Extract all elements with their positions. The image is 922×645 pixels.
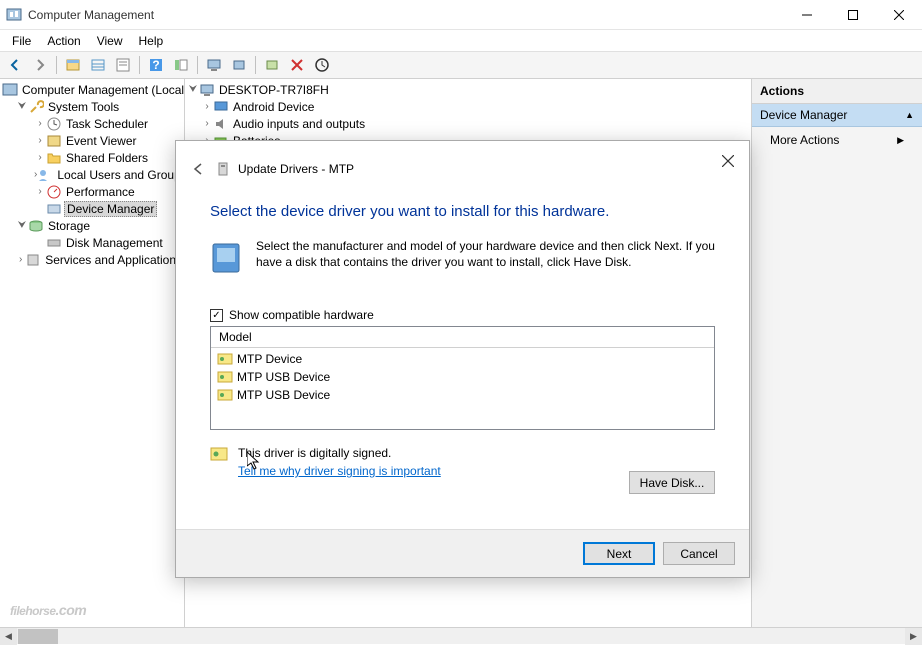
left-tree-pane: Computer Management (Local ⮟ System Tool… (0, 79, 185, 627)
dialog-title: Update Drivers - MTP (238, 162, 354, 176)
services-icon (25, 252, 41, 268)
window-title: Computer Management (28, 8, 154, 22)
title-bar: Computer Management (0, 0, 922, 30)
watermark: filehorse.com (10, 591, 86, 622)
list-icon[interactable] (170, 54, 192, 76)
horizontal-scrollbar[interactable]: ◀ ▶ (0, 627, 922, 644)
device-root[interactable]: ⮟DESKTOP-TR7I8FH (185, 81, 751, 98)
expand-icon[interactable]: › (201, 118, 213, 129)
expand-icon[interactable]: › (34, 186, 46, 197)
expand-icon[interactable]: › (16, 254, 25, 265)
device-audio[interactable]: ›Audio inputs and outputs (185, 115, 751, 132)
expand-icon[interactable]: › (34, 152, 46, 163)
actions-header: Actions (752, 79, 922, 104)
device-icon (46, 201, 62, 217)
computer-icon (199, 82, 215, 98)
model-item[interactable]: MTP Device (211, 350, 714, 368)
folder-icon (46, 150, 62, 166)
update-icon[interactable] (311, 54, 333, 76)
expand-icon[interactable]: ⮟ (187, 84, 199, 95)
tree-root[interactable]: Computer Management (Local (0, 81, 184, 98)
model-header: Model (211, 327, 714, 348)
next-button[interactable]: Next (583, 542, 655, 565)
maximize-button[interactable] (830, 0, 876, 30)
tree-disk-mgmt[interactable]: Disk Management (0, 234, 184, 251)
dialog-headline: Select the device driver you want to ins… (210, 203, 715, 220)
menu-view[interactable]: View (89, 32, 131, 50)
storage-icon (28, 218, 44, 234)
perf-icon (46, 184, 62, 200)
cancel-button[interactable]: Cancel (663, 542, 735, 565)
expand-icon[interactable]: ⮟ (16, 101, 28, 112)
disable-icon[interactable] (286, 54, 308, 76)
scroll-thumb[interactable] (18, 629, 58, 644)
signed-text: This driver is digitally signed. (238, 446, 441, 460)
driver-icon (216, 161, 232, 177)
clock-icon (46, 116, 62, 132)
scroll-right-icon[interactable]: ▶ (905, 628, 922, 645)
expand-icon[interactable]: › (34, 118, 46, 129)
collapse-icon: ▲ (905, 110, 914, 120)
certificate-icon (210, 446, 228, 462)
have-disk-button[interactable]: Have Disk... (629, 471, 715, 494)
tree-storage[interactable]: ⮟Storage (0, 217, 184, 234)
signed-driver-icon (217, 388, 233, 402)
properties-icon[interactable] (112, 54, 134, 76)
event-icon (46, 133, 62, 149)
signing-link[interactable]: Tell me why driver signing is important (238, 464, 441, 478)
dialog-close-button[interactable] (713, 147, 743, 175)
back-icon[interactable] (4, 54, 26, 76)
hardware-icon (210, 238, 242, 278)
compat-label[interactable]: Show compatible hardware (229, 308, 374, 322)
model-listbox: Model MTP Device MTP USB Device MTP USB … (210, 326, 715, 430)
tree-local-users[interactable]: ›Local Users and Groups (0, 166, 184, 183)
dialog-back-button[interactable] (186, 157, 210, 181)
svg-text:?: ? (152, 58, 159, 72)
toolbar: ? (0, 51, 922, 79)
scroll-left-icon[interactable]: ◀ (0, 628, 17, 645)
view2-icon[interactable] (87, 54, 109, 76)
tree-performance[interactable]: ›Performance (0, 183, 184, 200)
speaker-icon (213, 116, 229, 132)
tree-services[interactable]: ›Services and Applications (0, 251, 184, 268)
menu-action[interactable]: Action (39, 32, 88, 50)
dialog-instructions: Select the manufacturer and model of you… (256, 238, 715, 278)
close-button[interactable] (876, 0, 922, 30)
disk-icon (46, 235, 62, 251)
update-drivers-dialog: Update Drivers - MTP Select the device d… (175, 140, 750, 578)
actions-pane: Actions Device Manager ▲ More Actions ▶ (752, 79, 922, 627)
menu-help[interactable]: Help (131, 32, 172, 50)
minimize-button[interactable] (784, 0, 830, 30)
compat-checkbox[interactable]: ✓ (210, 309, 223, 322)
expand-icon[interactable]: › (34, 135, 46, 146)
forward-icon[interactable] (29, 54, 51, 76)
model-item[interactable]: MTP USB Device (211, 386, 714, 404)
device-icon[interactable] (228, 54, 250, 76)
computer-icon[interactable] (203, 54, 225, 76)
view1-icon[interactable] (62, 54, 84, 76)
more-actions-item[interactable]: More Actions ▶ (752, 127, 922, 153)
tree-shared-folders[interactable]: ›Shared Folders (0, 149, 184, 166)
expand-icon[interactable]: › (201, 101, 213, 112)
mgmt-icon (2, 82, 18, 98)
monitor-icon (213, 99, 229, 115)
menu-bar: File Action View Help (0, 30, 922, 51)
app-icon (6, 7, 22, 23)
submenu-icon: ▶ (897, 135, 904, 146)
users-icon (37, 167, 53, 183)
expand-icon[interactable]: ⮟ (16, 220, 28, 231)
tree-device-manager[interactable]: Device Manager (0, 200, 184, 217)
help-icon[interactable]: ? (145, 54, 167, 76)
tree-task-scheduler[interactable]: ›Task Scheduler (0, 115, 184, 132)
signed-driver-icon (217, 352, 233, 366)
signed-driver-icon (217, 370, 233, 384)
actions-sub-header[interactable]: Device Manager ▲ (752, 104, 922, 127)
menu-file[interactable]: File (4, 32, 39, 50)
tools-icon (28, 99, 44, 115)
scan-icon[interactable] (261, 54, 283, 76)
model-item[interactable]: MTP USB Device (211, 368, 714, 386)
device-android[interactable]: ›Android Device (185, 98, 751, 115)
tree-event-viewer[interactable]: ›Event Viewer (0, 132, 184, 149)
tree-system-tools[interactable]: ⮟ System Tools (0, 98, 184, 115)
